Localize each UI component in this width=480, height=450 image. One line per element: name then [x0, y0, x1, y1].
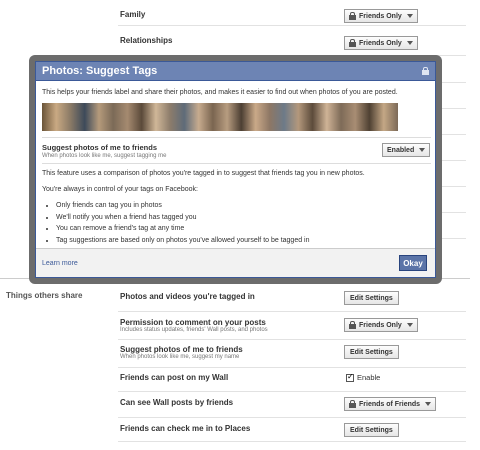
divider: [440, 134, 466, 135]
suggest-tags-dialog: Photos: Suggest Tags This helps your fri…: [35, 61, 436, 278]
setting-row-see-wall-posts: Can see Wall posts by friends Friends of…: [118, 392, 466, 418]
privacy-value: Friends of Friends: [359, 400, 421, 408]
divider: [440, 108, 466, 109]
checkbox-label: Enable: [357, 373, 381, 382]
divider: [440, 238, 466, 239]
dialog-title-bar: Photos: Suggest Tags: [36, 62, 435, 81]
lock-icon: [422, 67, 429, 75]
suggest-setting-label: Suggest photos of me to friends: [42, 143, 158, 152]
setting-label: Can see Wall posts by friends: [120, 398, 234, 407]
privacy-value: Friends Only: [359, 12, 402, 20]
divider: [42, 163, 431, 164]
divider: [440, 82, 466, 83]
okay-button[interactable]: Okay: [399, 255, 427, 271]
lock-icon: [349, 400, 356, 408]
setting-row-wall-posts: Friends can post on my Wall Enable: [118, 368, 466, 392]
dropdown-value: Enabled: [387, 146, 415, 154]
setting-row-family: Family Friends Only: [118, 0, 466, 26]
privacy-selector[interactable]: Friends Only: [344, 318, 418, 332]
feature-description: This feature uses a comparison of photos…: [42, 170, 365, 177]
setting-row-suggest-photos: Suggest photos of me to friends When pho…: [118, 340, 466, 368]
divider: [42, 137, 431, 138]
dialog-title: Photos: Suggest Tags: [42, 65, 158, 77]
suggest-setting-dropdown[interactable]: Enabled: [382, 143, 430, 157]
setting-sublabel: Includes status updates, friends' Wall p…: [120, 327, 268, 333]
setting-label: Photos and videos you're tagged in: [120, 292, 255, 301]
learn-more-link[interactable]: Learn more: [42, 260, 78, 267]
list-item: We'll notify you when a friend has tagge…: [56, 212, 310, 224]
privacy-value: Friends Only: [359, 39, 402, 47]
photo-strip-image: [42, 103, 398, 131]
dialog-footer: Learn more Okay: [36, 248, 435, 277]
setting-label: Friends can post on my Wall: [120, 373, 229, 382]
chevron-down-icon: [419, 148, 426, 152]
setting-label: Family: [120, 10, 146, 19]
setting-row-relationships: Relationships Friends Only: [118, 26, 466, 56]
dialog-intro: This helps your friends label and share …: [42, 89, 398, 96]
privacy-selector[interactable]: Friends Only: [344, 36, 418, 50]
list-item: You can remove a friend's tag at any tim…: [56, 223, 310, 235]
setting-row-places: Friends can check me in to Places Edit S…: [118, 418, 466, 442]
chevron-down-icon: [425, 402, 432, 406]
divider: [440, 160, 466, 161]
list-item: Only friends can tag you in photos: [56, 200, 310, 212]
lock-icon: [349, 39, 356, 47]
edit-settings-button[interactable]: Edit Settings: [344, 345, 399, 359]
chevron-down-icon: [406, 14, 413, 18]
divider: [440, 212, 466, 213]
setting-row-comment-permission: Permission to comment on your posts Incl…: [118, 312, 466, 340]
edit-settings-button[interactable]: Edit Settings: [344, 423, 399, 437]
setting-row-tagged-photos: Photos and videos you're tagged in Edit …: [118, 286, 466, 312]
section-title: Things others share: [6, 291, 83, 300]
chevron-down-icon: [406, 323, 413, 327]
privacy-selector[interactable]: Friends Only: [344, 9, 418, 23]
setting-label: Suggest photos of me to friends: [120, 345, 243, 354]
divider: [440, 186, 466, 187]
privacy-selector[interactable]: Friends of Friends: [344, 397, 437, 411]
privacy-value: Friends Only: [359, 321, 402, 329]
edit-settings-button[interactable]: Edit Settings: [344, 291, 399, 305]
chevron-down-icon: [406, 41, 413, 45]
dialog-frame: Photos: Suggest Tags This helps your fri…: [29, 55, 442, 284]
list-item: Tag suggestions are based only on photos…: [56, 235, 310, 247]
lock-icon: [349, 12, 356, 20]
bullet-list: Only friends can tag you in photos We'll…: [42, 200, 310, 246]
setting-label: Relationships: [120, 36, 173, 45]
enable-checkbox-group[interactable]: Enable: [346, 372, 381, 382]
setting-label: Permission to comment on your posts: [120, 318, 266, 327]
lock-icon: [349, 321, 356, 329]
setting-sublabel: When photos look like me, suggest my nam…: [120, 354, 240, 360]
suggest-setting-sublabel: When photos look like me, suggest taggin…: [42, 153, 167, 159]
setting-label: Friends can check me in to Places: [120, 424, 251, 433]
checkbox-checked-icon[interactable]: [346, 372, 354, 382]
control-description: You're always in control of your tags on…: [42, 186, 198, 193]
